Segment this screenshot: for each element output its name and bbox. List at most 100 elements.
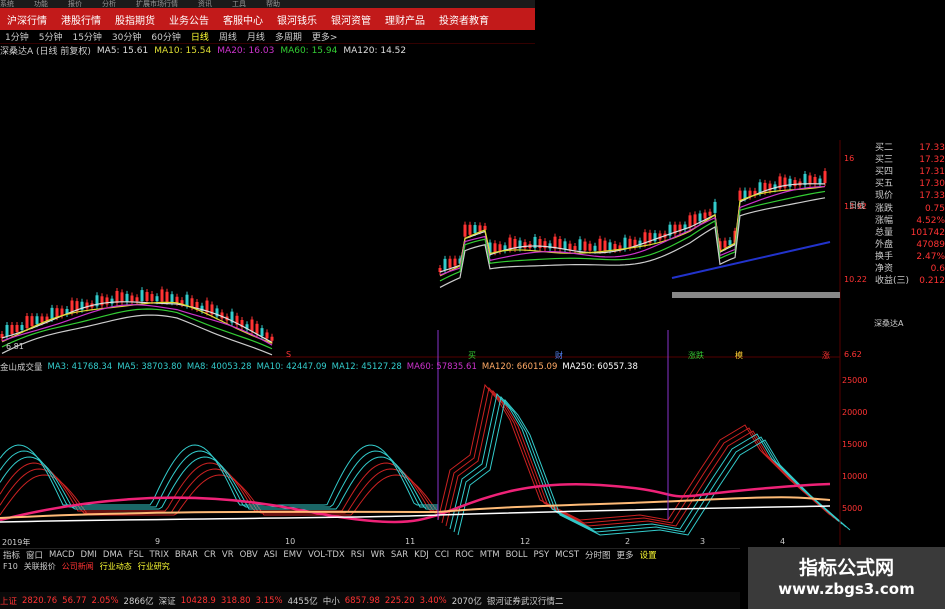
nav-item[interactable]: 理财产品 (378, 12, 432, 27)
info-subtab[interactable]: 行业研究 (135, 561, 173, 572)
indicator-tab[interactable]: SAR (388, 550, 411, 560)
indicator-scale-label: 5000 (842, 504, 863, 513)
indicator-tab[interactable]: 窗口 (23, 549, 46, 561)
event-marker[interactable]: 买 (468, 350, 476, 361)
period-button[interactable]: 5分钟 (34, 30, 68, 43)
candle (130, 295, 134, 302)
status-value: 上证 (0, 596, 18, 607)
status-value: 深证 (158, 596, 176, 607)
nav-item[interactable]: 银河资管 (324, 12, 378, 27)
indicator-tab[interactable]: 分时图 (582, 549, 614, 561)
quote-label: 换手 (875, 251, 894, 262)
menu-item[interactable]: 扩展市场行情 (136, 0, 178, 8)
period-button[interactable]: 15分钟 (67, 30, 106, 43)
candle (623, 237, 627, 249)
kline-chart[interactable] (0, 0, 945, 609)
candle (483, 225, 487, 230)
menu-item[interactable]: 功能 (34, 0, 48, 8)
nav-item[interactable]: 银河钱乐 (270, 12, 324, 27)
nav-item[interactable]: 业务公告 (162, 12, 216, 27)
period-button[interactable]: 周线 (214, 30, 242, 43)
indicator-tab[interactable]: KDJ (411, 550, 432, 560)
ma-line (671, 241, 831, 279)
candle (5, 324, 9, 336)
candle (250, 319, 254, 332)
indicator-tab[interactable]: VOL-TDX (305, 550, 348, 560)
event-marker[interactable]: 财 (555, 350, 563, 361)
event-marker[interactable]: 模 (735, 350, 743, 361)
period-button[interactable]: 30分钟 (107, 30, 146, 43)
indicator-tab[interactable]: DMI (78, 550, 100, 560)
period-button[interactable]: 更多> (307, 30, 343, 43)
event-marker[interactable]: 涨 (822, 350, 830, 361)
indicator-tab[interactable]: 指标 (0, 549, 23, 561)
candle (703, 212, 707, 219)
candle (808, 175, 812, 185)
event-marker[interactable]: S (286, 350, 291, 359)
candle (498, 244, 502, 252)
menu-item[interactable]: 帮助 (266, 0, 280, 8)
quote-value: 0.75 (924, 203, 945, 214)
indicator-tab[interactable]: 设置 (637, 549, 660, 561)
candle (125, 293, 129, 302)
period-button[interactable]: 日线 (186, 30, 214, 43)
watermark-title: 指标公式网 (798, 557, 894, 579)
period-button[interactable]: 60分钟 (146, 30, 185, 43)
indicator-scale: 25000 20000 15000 10000 5000 (840, 370, 870, 540)
info-subtab[interactable]: 公司新闻 (59, 561, 97, 572)
indicator-tab[interactable]: ROC (452, 550, 477, 560)
event-marker[interactable]: 涨跌 (688, 350, 704, 361)
indicator-tab[interactable]: MACD (46, 550, 77, 560)
nav-item[interactable]: 港股行情 (54, 12, 108, 27)
period-toolbar: 1分钟 5分钟 15分钟 30分钟 60分钟 日线 周线 月线 多周期 更多> (0, 30, 535, 44)
period-button[interactable]: 月线 (242, 30, 270, 43)
indicator-value: MA8: 40053.28 (186, 362, 252, 372)
info-subtab[interactable]: F10 (0, 562, 21, 571)
status-value: 2820.76 (22, 595, 58, 606)
indicator-tab[interactable]: OBV (237, 550, 261, 560)
nav-item[interactable]: 客服中心 (216, 12, 270, 27)
menu-item[interactable]: 系统 (0, 0, 14, 8)
indicator-tab[interactable]: FSL (126, 550, 147, 560)
candle (155, 296, 159, 302)
date-label: 11 (405, 537, 416, 546)
period-button[interactable]: 1分钟 (0, 30, 34, 43)
menu-item[interactable]: 资讯 (198, 0, 212, 8)
candle (598, 238, 602, 251)
indicator-tab[interactable]: 更多 (614, 549, 637, 561)
candle (20, 325, 24, 331)
nav-item[interactable]: 股指期货 (108, 12, 162, 27)
indicator-tab[interactable]: MTM (477, 550, 503, 560)
indicator-tab[interactable]: CR (201, 550, 219, 560)
menu-bar: 系统 功能 报价 分析 扩展市场行情 资讯 工具 帮助 (0, 0, 535, 8)
indicator-tab[interactable]: ASI (261, 550, 281, 560)
info-subtab[interactable]: 行业动态 (97, 561, 135, 572)
indicator-tab[interactable]: BRAR (172, 550, 201, 560)
menu-item[interactable]: 报价 (68, 0, 82, 8)
indicator-tab[interactable]: BOLL (503, 550, 531, 560)
nav-item[interactable]: 沪深行情 (0, 12, 54, 27)
indicator-tab[interactable]: WR (368, 550, 388, 560)
indicator-tab[interactable]: MCST (552, 550, 582, 560)
ma-legend: 深桑达A (日线 前复权) MA5: 15.61 MA10: 15.54 MA20:… (0, 44, 535, 58)
indicator-tab[interactable]: TRIX (146, 550, 171, 560)
status-value: 中小 (322, 596, 340, 607)
candle (583, 241, 587, 251)
indicator-value: MA5: 38703.80 (117, 362, 182, 372)
indicator-tab[interactable]: VR (219, 550, 237, 560)
nav-item[interactable]: 投资者教育 (432, 12, 496, 27)
period-button[interactable]: 多周期 (270, 30, 307, 43)
quote-value: 0.6 (930, 264, 945, 274)
candle (723, 240, 727, 248)
indicator-tab[interactable]: PSY (530, 550, 552, 560)
indicator-tab[interactable]: DMA (100, 550, 126, 560)
candle (823, 171, 827, 184)
info-subtab[interactable]: 关联报价 (21, 561, 59, 572)
indicator-tab[interactable]: RSI (348, 550, 368, 560)
indicator-tab[interactable]: EMV (280, 550, 305, 560)
menu-item[interactable]: 分析 (102, 0, 116, 8)
indicator-tab[interactable]: CCI (432, 550, 452, 560)
indicator-lines (0, 383, 851, 536)
quote-row: 涨跌 0.75 (868, 203, 945, 215)
menu-item[interactable]: 工具 (232, 0, 246, 8)
